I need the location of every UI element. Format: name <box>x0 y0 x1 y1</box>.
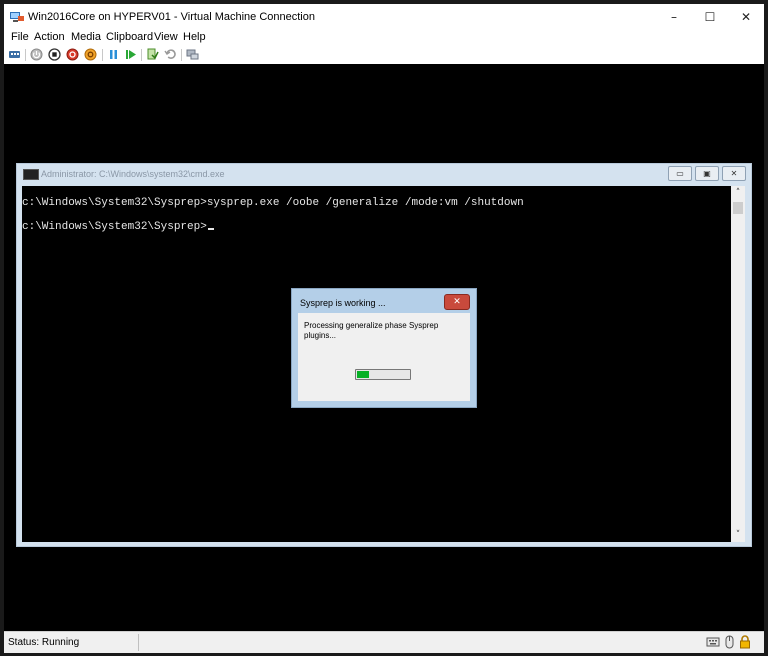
dialog-close-button[interactable]: ✕ <box>444 294 470 310</box>
toolbar-separator <box>25 49 26 61</box>
minimize-button[interactable]: – <box>656 4 692 30</box>
menu-file[interactable]: File <box>11 31 29 43</box>
vm-connection-window: Win2016Core on HYPERV01 - Virtual Machin… <box>4 4 764 653</box>
menu-action[interactable]: Action <box>34 31 65 43</box>
menu-help[interactable]: Help <box>183 31 206 43</box>
checkpoint-icon[interactable] <box>146 48 159 61</box>
status-bar: Status: Running <box>4 631 764 653</box>
cmd-maximize-button[interactable]: ▣ <box>695 166 719 181</box>
console-line: c:\Windows\System32\Sysprep>sysprep.exe … <box>22 197 524 209</box>
enhanced-session-icon[interactable] <box>186 48 199 61</box>
close-button[interactable]: ✕ <box>728 4 764 30</box>
cmd-icon <box>23 169 39 180</box>
menu-bar: File Action Media Clipboard View Help <box>4 30 764 46</box>
resume-icon[interactable] <box>124 48 137 61</box>
console-prompt: c:\Windows\System32\Sysprep> <box>22 221 207 233</box>
sysprep-status-message: Processing generalize phase Sysprep plug… <box>304 321 439 340</box>
cmd-minimize-button[interactable]: ▭ <box>668 166 692 181</box>
progress-fill <box>357 371 369 378</box>
scroll-down-arrow-icon[interactable]: ˅ <box>731 528 745 542</box>
vm-status: Status: Running <box>8 637 80 648</box>
keyboard-icon <box>706 637 720 647</box>
cmd-close-button[interactable]: ✕ <box>722 166 746 181</box>
toolbar-separator <box>141 49 142 61</box>
pause-icon[interactable] <box>107 48 120 61</box>
vm-screen[interactable]: Administrator: C:\Windows\system32\cmd.e… <box>4 64 764 631</box>
toolbar-separator <box>102 49 103 61</box>
scroll-up-arrow-icon[interactable]: ˄ <box>731 186 745 200</box>
sysprep-dialog: Sysprep is working ... ✕ Processing gene… <box>291 288 477 408</box>
mouse-icon <box>725 635 734 649</box>
console-prompt-line: c:\Windows\System32\Sysprep> <box>22 221 214 233</box>
maximize-button[interactable]: ☐ <box>692 4 728 30</box>
ctrl-alt-del-icon[interactable] <box>8 48 21 61</box>
scroll-thumb[interactable] <box>733 202 743 214</box>
save-icon[interactable] <box>84 48 97 61</box>
sysprep-progress-bar <box>355 369 411 380</box>
cmd-window-title: Administrator: C:\Windows\system32\cmd.e… <box>41 169 225 179</box>
lock-icon <box>740 635 750 649</box>
window-title: Win2016Core on HYPERV01 - Virtual Machin… <box>28 11 315 23</box>
menu-clipboard[interactable]: Clipboard <box>106 31 153 43</box>
toolbar-separator <box>181 49 182 61</box>
shut-down-icon[interactable] <box>66 48 79 61</box>
menu-view[interactable]: View <box>154 31 178 43</box>
revert-icon[interactable] <box>164 48 177 61</box>
title-bar[interactable]: Win2016Core on HYPERV01 - Virtual Machin… <box>4 4 764 30</box>
toolbar <box>4 46 764 64</box>
vm-connection-app-icon <box>10 12 24 22</box>
menu-media[interactable]: Media <box>71 31 101 43</box>
cmd-vertical-scrollbar[interactable]: ˄ ˅ <box>731 186 745 542</box>
sysprep-dialog-title: Sysprep is working ... <box>300 298 386 308</box>
status-separator <box>138 634 139 651</box>
sysprep-dialog-body: Processing generalize phase Sysprep plug… <box>298 313 470 401</box>
start-icon[interactable] <box>30 48 43 61</box>
text-cursor <box>207 228 214 230</box>
turn-off-icon[interactable] <box>48 48 61 61</box>
